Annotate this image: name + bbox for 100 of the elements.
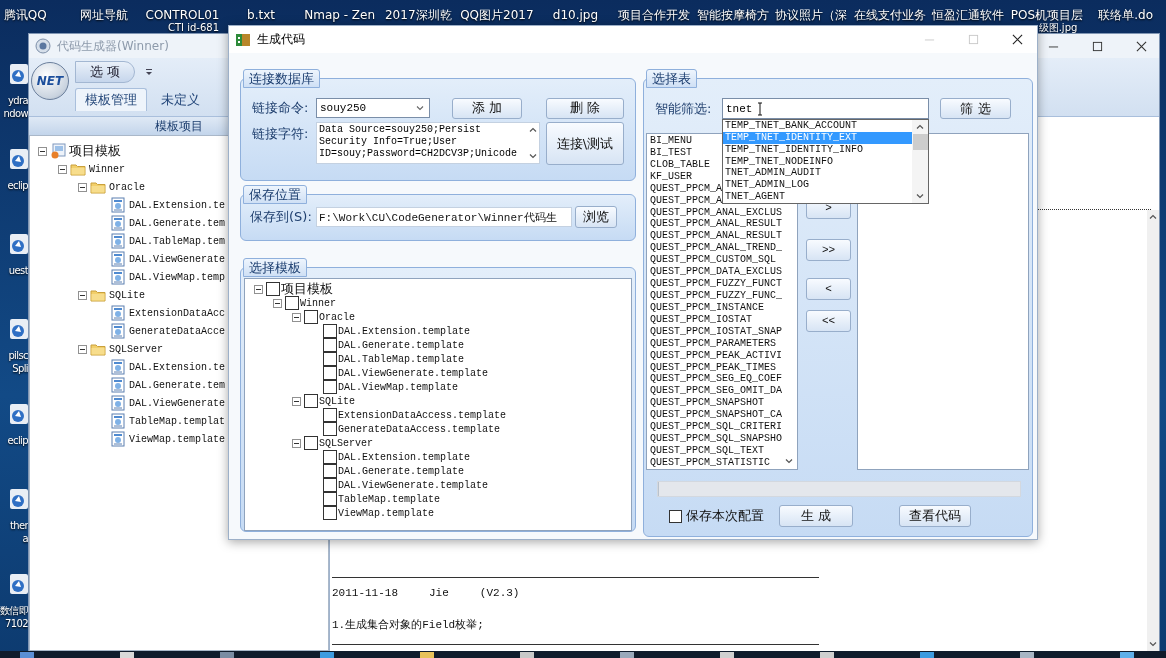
scrollbar[interactable] <box>1147 210 1159 651</box>
collapse-icon[interactable] <box>254 284 263 294</box>
tree-item[interactable]: DAL.Extension.te <box>129 199 225 211</box>
list-item[interactable]: QUEST_PPCM_FUZZY_FUNC_ <box>650 290 783 302</box>
tree-item[interactable]: DAL.ViewGenerate.template <box>338 479 489 491</box>
desktop-icon-label[interactable]: a <box>22 532 28 545</box>
list-item[interactable]: QUEST_PPCM_CUSTOM_SQL <box>650 254 777 267</box>
collapse-icon[interactable] <box>38 146 47 156</box>
checkbox[interactable] <box>266 282 280 296</box>
list-item[interactable]: QUEST_PPCM_PEAK_TIMES <box>650 361 777 374</box>
tree-item[interactable]: GenerateDataAcce <box>129 325 225 337</box>
list-item[interactable]: QUEST_PPCM_SEG_EQ_COEF <box>650 373 783 386</box>
desktop-icon-label[interactable]: 在线支付业务 <box>853 8 926 22</box>
desktop-icon-label[interactable]: 联络单.do <box>1098 8 1153 22</box>
tree-item[interactable]: DAL.Generate.tem <box>129 217 225 229</box>
desktop-icon-label[interactable]: POS机项目层 <box>1010 8 1084 22</box>
desktop-icon-label[interactable]: b.txt <box>247 8 276 22</box>
test-connection-button[interactable]: 连接\测试 <box>546 122 624 165</box>
suggestion-item[interactable]: TNET_ADMIN_LOG <box>723 179 912 192</box>
desktop-icon-label[interactable]: 数信即 <box>0 604 28 617</box>
connection-string-field[interactable]: Data Source=souy250;Persist Security Info=True;User ID=souy;Password=CH2DCV3P;Unicode <box>316 122 540 164</box>
ribbon-tab[interactable]: 模板管理 <box>75 88 147 111</box>
delete-button[interactable]: 删 除 <box>546 97 624 119</box>
tree-item[interactable]: DAL.ViewGenerate.template <box>338 367 489 379</box>
checkbox-label[interactable]: 保存本次配置 <box>686 507 764 525</box>
list-item[interactable]: QUEST_PPCM_ANAL_RESULT <box>650 230 783 243</box>
list-item[interactable]: QUEST_PPCM_SQL_TEXT <box>650 444 765 457</box>
suggestion-item[interactable]: TEMP_TNET_NODEINFO <box>723 155 912 168</box>
list-item[interactable]: QUEST_PPCM_ANAL_EXCLUS <box>650 206 783 219</box>
tree-item[interactable]: ViewMap.template <box>129 433 225 445</box>
list-item[interactable]: BI_MENU <box>650 135 692 147</box>
desktop-icon-label[interactable]: 智能按摩椅方 <box>696 8 769 22</box>
list-item[interactable]: QUEST_PPCM_SNAPSHOT_CA <box>650 409 783 422</box>
browse-button[interactable]: 浏览 <box>575 206 617 228</box>
tree-item[interactable]: TableMap.templat <box>129 415 225 427</box>
collapse-icon[interactable] <box>78 344 87 354</box>
tree-item[interactable]: Winner <box>89 163 125 175</box>
desktop-icon-label[interactable]: 恒盈汇通软件 <box>932 8 1005 22</box>
list-item[interactable]: QUEST_PPCM_SNAPSHOT <box>650 397 765 410</box>
checkbox[interactable] <box>323 352 337 366</box>
collapse-icon[interactable] <box>78 290 87 300</box>
suggestion-item[interactable]: TEMP_TNET_IDENTITY_INFO <box>723 143 912 156</box>
tree-item[interactable]: DAL.ViewGenerate <box>129 397 225 409</box>
tree-item[interactable]: 项目模板 <box>69 142 121 160</box>
desktop-icon-label[interactable]: 腾讯QQ <box>3 8 47 22</box>
checkbox[interactable] <box>304 394 318 408</box>
close-button[interactable] <box>1136 40 1147 52</box>
desktop-icon-label[interactable]: CONTROL01 <box>145 8 220 22</box>
chevron-down-icon[interactable] <box>415 103 425 113</box>
checkbox[interactable] <box>323 464 337 478</box>
list-item[interactable]: QUEST_PPCM_ANAL_TREND_ <box>650 242 783 255</box>
tree-item[interactable]: DAL.ViewGenerate <box>129 253 225 265</box>
scroll-thumb[interactable] <box>912 134 928 150</box>
checkbox[interactable] <box>323 492 337 506</box>
checkbox[interactable] <box>323 366 337 380</box>
tree-item[interactable]: ViewMap.template <box>338 507 434 519</box>
desktop-icon-label[interactable]: eclip <box>7 434 28 447</box>
list-item[interactable]: QUEST_PPCM_STATISTIC <box>650 456 771 469</box>
list-item[interactable]: QUEST_PPCM_SQL_CRITERI <box>650 421 783 434</box>
list-item[interactable]: QUEST_PPCM_IOSTAT <box>650 313 753 326</box>
tree-item[interactable]: SQLServer <box>109 343 163 355</box>
tree-item[interactable]: Oracle <box>109 181 145 193</box>
filter-field[interactable]: tnet <box>722 98 929 119</box>
checkbox[interactable] <box>323 408 337 422</box>
move-button[interactable]: << <box>806 310 851 332</box>
tree-item[interactable]: ExtensionDataAcc <box>129 307 225 319</box>
desktop-icon-label[interactable]: pilsc <box>8 349 28 362</box>
checkbox[interactable] <box>323 450 337 464</box>
tree-item[interactable]: ExtensionDataAccess.template <box>338 409 507 421</box>
scroll-up-icon[interactable] <box>1148 212 1158 222</box>
move-button[interactable]: < <box>806 278 851 300</box>
desktop-icon-label[interactable]: uest <box>8 264 28 277</box>
list-item[interactable]: CLOB_TABLE <box>650 158 710 171</box>
maximize-button[interactable] <box>1092 40 1103 52</box>
caret-icon[interactable] <box>145 68 153 76</box>
checkbox[interactable] <box>323 478 337 492</box>
list-item[interactable]: QUEST_PPCM_PEAK_ACTIVI <box>650 349 783 362</box>
tree-item[interactable]: SQLite <box>109 289 145 301</box>
scroll-down-icon[interactable] <box>784 456 794 466</box>
view-code-button[interactable]: 查看代码 <box>899 505 971 527</box>
checkbox[interactable] <box>323 380 337 394</box>
checkbox[interactable] <box>323 422 337 436</box>
desktop-icon-label[interactable]: ndow <box>3 107 28 120</box>
checkbox[interactable] <box>285 296 299 310</box>
tree-item[interactable]: DAL.Extension.template <box>338 325 471 337</box>
desktop-icon-label[interactable]: 协议照片（深 <box>775 8 848 22</box>
desktop-icon-label[interactable]: 2017深圳乾 <box>385 8 452 22</box>
list-item[interactable]: QUEST_PPCM_SQL_SNAPSHO <box>650 433 783 445</box>
desktop-icon-label[interactable]: CTI id-681 <box>145 22 219 33</box>
tree-item[interactable]: Oracle <box>319 311 355 323</box>
list-item[interactable]: QUEST_PPCM_FUZZY_FUNCT <box>650 278 783 290</box>
list-item[interactable]: QUEST_PPCM_PARAMETERS <box>650 337 777 350</box>
desktop-icon-label[interactable]: eclip <box>7 179 28 192</box>
scroll-down-icon[interactable] <box>1148 639 1158 649</box>
suggestion-item[interactable]: TNET_ADMIN_AUDIT <box>723 167 912 180</box>
desktop-icon-label[interactable]: Spli <box>12 362 28 375</box>
collapse-icon[interactable] <box>78 182 87 192</box>
list-item[interactable]: QUEST_PPCM_SEG_OMIT_DA <box>650 385 783 398</box>
options-button[interactable]: 选 项 <box>75 61 135 83</box>
ribbon-tab[interactable]: 未定义 <box>151 88 210 111</box>
